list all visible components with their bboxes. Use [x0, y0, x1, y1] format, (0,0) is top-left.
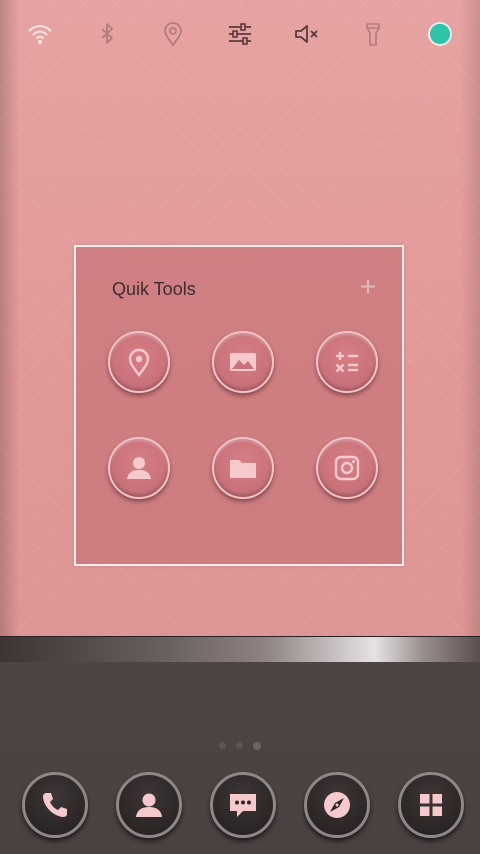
calculator-app[interactable] — [316, 331, 378, 393]
bluetooth-toggle[interactable] — [85, 12, 129, 56]
wifi-toggle[interactable] — [18, 12, 62, 56]
wifi-icon — [28, 25, 52, 44]
location-toggle[interactable] — [151, 12, 195, 56]
dock-phone[interactable] — [22, 772, 88, 838]
flashlight-icon — [366, 23, 381, 46]
page-dot-active[interactable] — [253, 742, 261, 750]
folder-title[interactable]: Quik Tools — [112, 279, 196, 300]
dock-browser[interactable] — [304, 772, 370, 838]
contacts-icon — [127, 457, 151, 479]
page-dot[interactable] — [236, 742, 243, 749]
dock — [0, 772, 480, 838]
quik-tools-folder: Quik Tools + — [74, 245, 404, 566]
contacts-icon — [136, 793, 162, 817]
app-drawer-icon — [420, 794, 442, 816]
dock-app-drawer[interactable] — [398, 772, 464, 838]
bluetooth-icon — [101, 23, 113, 44]
mute-icon — [294, 25, 318, 43]
messages-icon — [230, 794, 256, 817]
quick-toggles-bar — [0, 12, 480, 56]
camera-app[interactable] — [316, 437, 378, 499]
gallery-app[interactable] — [212, 331, 274, 393]
page-indicator — [0, 742, 480, 750]
folder-add-button[interactable]: + — [356, 273, 380, 301]
flashlight-toggle[interactable] — [351, 12, 395, 56]
maps-pin-icon — [128, 348, 150, 378]
location-icon — [164, 22, 183, 47]
file-manager-icon — [230, 460, 256, 478]
gallery-icon — [230, 353, 256, 371]
settings-sliders-icon — [228, 23, 251, 45]
browser-compass-icon — [324, 792, 350, 818]
dock-contacts[interactable] — [116, 772, 182, 838]
file-manager-app[interactable] — [212, 437, 274, 499]
battery-icon — [428, 22, 452, 46]
calculator-icon — [335, 352, 358, 373]
settings-toggle[interactable] — [218, 12, 262, 56]
maps-app[interactable] — [108, 331, 170, 393]
sound-toggle[interactable] — [285, 12, 329, 56]
page-dot[interactable] — [219, 742, 226, 749]
phone-icon — [43, 793, 67, 817]
battery-indicator[interactable] — [418, 12, 462, 56]
camera-icon — [334, 455, 360, 481]
contacts-app[interactable] — [108, 437, 170, 499]
dock-messages[interactable] — [210, 772, 276, 838]
